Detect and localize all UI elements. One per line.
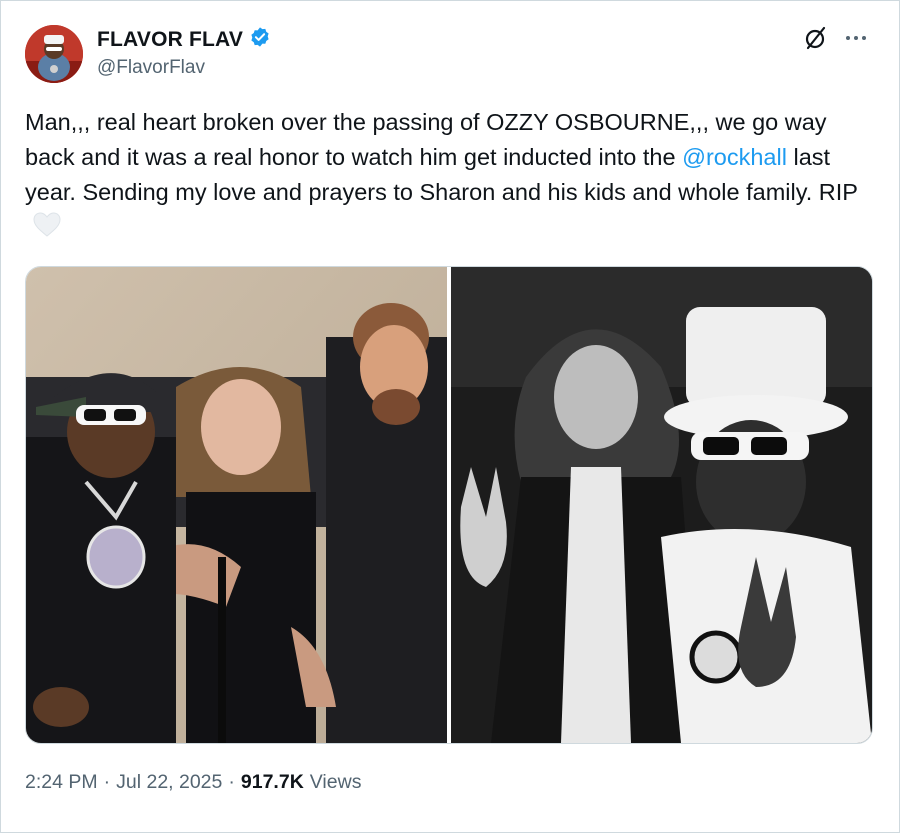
photo-right[interactable] — [451, 267, 872, 743]
meta-separator: · — [103, 771, 111, 793]
more-icon[interactable] — [843, 25, 869, 51]
meta-separator: · — [228, 771, 235, 793]
post-time[interactable]: 2:24 PM — [25, 771, 98, 794]
mention-link[interactable]: @rockhall — [682, 144, 787, 170]
post-text: Man,,, real heart broken over the passin… — [25, 105, 875, 248]
photo-left[interactable] — [26, 267, 447, 743]
post-actions — [803, 25, 869, 51]
author-handle[interactable]: @FlavorFlav — [97, 57, 205, 79]
white-heart-icon — [31, 210, 63, 248]
verified-badge-icon — [249, 26, 271, 53]
post-date[interactable]: Jul 22, 2025 — [116, 771, 222, 794]
media-gallery — [25, 266, 873, 744]
grok-icon[interactable] — [803, 25, 829, 51]
post-card: FLAVOR FLAV @FlavorFlav Man,,, real hear… — [0, 0, 900, 833]
views-count: 917.7K — [240, 771, 304, 793]
views-label: Views — [309, 771, 362, 793]
author-display-name[interactable]: FLAVOR FLAV — [97, 28, 243, 52]
avatar[interactable] — [25, 25, 83, 83]
author-name-row: FLAVOR FLAV — [97, 26, 271, 53]
post-meta: 2:24 PM · Jul 22, 2025 · 917.7K Views — [25, 771, 361, 794]
